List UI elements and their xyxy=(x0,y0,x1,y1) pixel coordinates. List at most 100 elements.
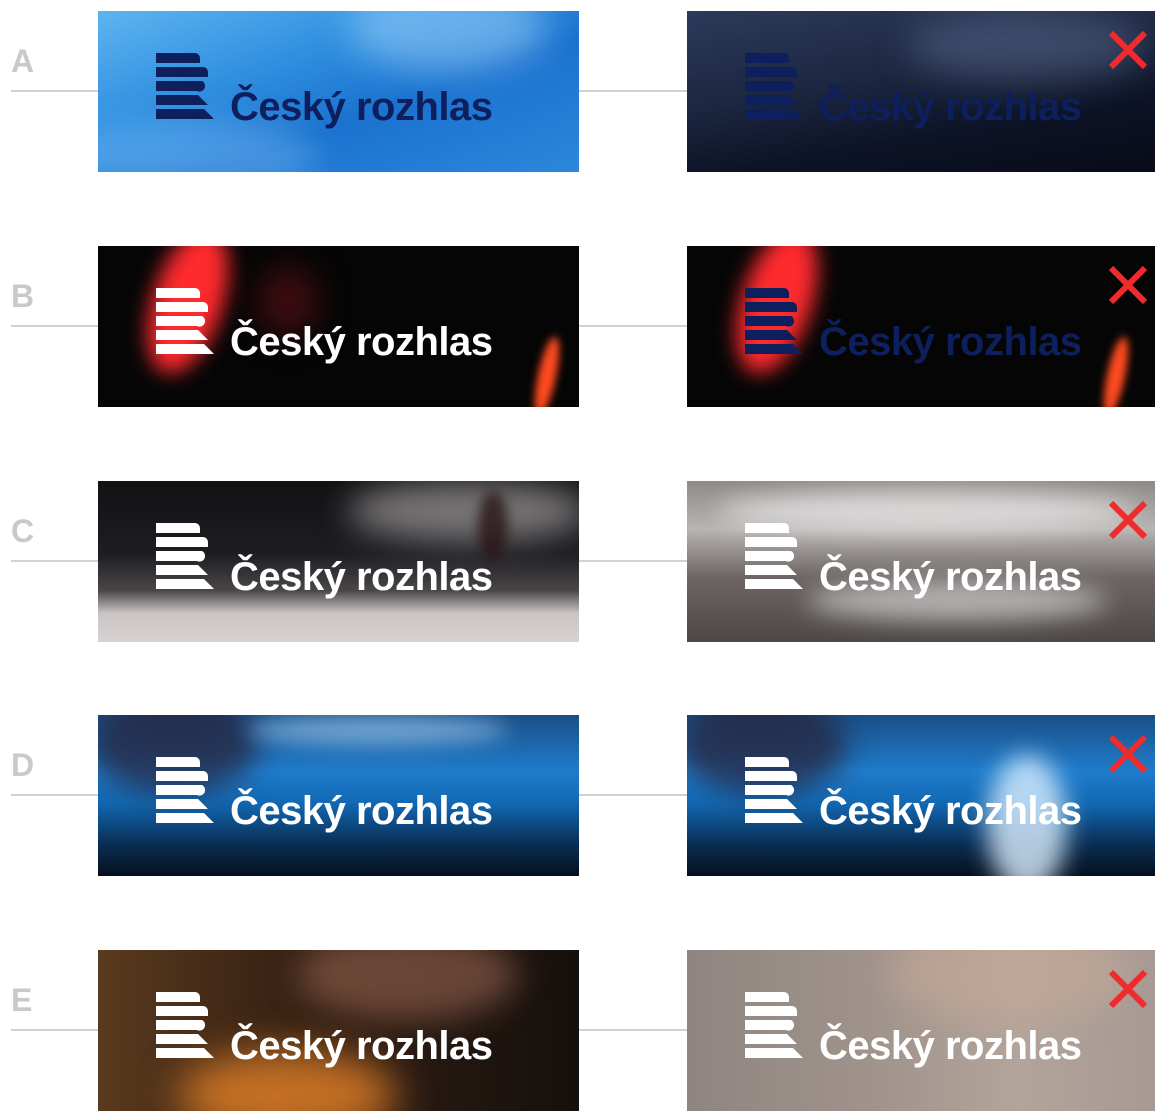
logo-mark-band xyxy=(156,288,200,298)
row-letter: B xyxy=(11,278,35,314)
logo-mark-band xyxy=(156,109,214,119)
guide-line xyxy=(11,794,98,796)
logo-mark-band xyxy=(745,785,795,796)
photo-highlight xyxy=(248,715,508,745)
incorrect-example-panel: Český rozhlas xyxy=(687,715,1155,876)
logo-mark-band xyxy=(745,551,795,562)
logo-mark-band xyxy=(745,992,789,1002)
example-row-d: D Český rozhlas Český rozhlas xyxy=(0,715,1155,877)
logo-wordmark: Český rozhlas xyxy=(819,1024,1082,1068)
logo-mark-band xyxy=(156,344,214,354)
logo-wordmark: Český rozhlas xyxy=(230,1024,493,1068)
logo-wordmark: Český rozhlas xyxy=(819,85,1082,129)
cesky-rozhlas-logo: Český rozhlas xyxy=(156,992,579,1072)
logo-mark-band xyxy=(745,565,797,575)
cesky-rozhlas-logo: Český rozhlas xyxy=(745,523,1155,603)
cesky-rozhlas-logo: Český rozhlas xyxy=(156,288,579,368)
logo-mark-band xyxy=(156,330,208,340)
logo-wordmark: Český rozhlas xyxy=(230,789,493,833)
cross-icon xyxy=(1108,265,1148,305)
cross-icon xyxy=(1108,734,1148,774)
logo-mark-band xyxy=(156,813,214,823)
cross-icon xyxy=(1108,30,1148,70)
logo-mark-band xyxy=(156,1048,214,1058)
logo-mark-band xyxy=(745,579,803,589)
correct-example-panel: Český rozhlas xyxy=(98,715,579,876)
logo-mark-band xyxy=(745,81,795,92)
guide-line xyxy=(579,90,687,92)
correct-example-panel: Český rozhlas xyxy=(98,11,579,172)
logo-mark-band xyxy=(745,523,789,533)
logo-mark-icon xyxy=(156,992,214,1058)
guide-line xyxy=(579,325,687,327)
logo-mark-icon xyxy=(156,288,214,354)
logo-mark-band xyxy=(156,579,214,589)
cesky-rozhlas-logo: Český rozhlas xyxy=(156,53,579,133)
logo-mark-band xyxy=(745,1048,803,1058)
guide-line xyxy=(579,560,687,562)
correct-example-panel: Český rozhlas xyxy=(98,246,579,407)
cesky-rozhlas-logo: Český rozhlas xyxy=(745,288,1155,368)
correct-example-panel: Český rozhlas xyxy=(98,950,579,1111)
logo-mark-band xyxy=(156,565,208,575)
guide-line xyxy=(579,794,687,796)
logo-mark-band xyxy=(156,1020,206,1031)
logo-wordmark: Český rozhlas xyxy=(819,555,1082,599)
example-row-c: C Český rozhlas Český rozhlas xyxy=(0,481,1155,643)
logo-mark-band xyxy=(156,799,208,809)
logo-mark-band xyxy=(156,316,206,327)
logo-mark-band xyxy=(745,1006,797,1016)
logo-mark-band xyxy=(156,1006,208,1016)
guide-line xyxy=(11,325,98,327)
logo-mark-band xyxy=(156,95,208,105)
logo-wordmark: Český rozhlas xyxy=(230,320,493,364)
logo-mark-icon xyxy=(156,53,214,119)
cross-icon xyxy=(1108,969,1148,1009)
guide-line xyxy=(11,1029,98,1031)
logo-mark-icon xyxy=(745,992,803,1058)
guide-line xyxy=(579,1029,687,1031)
logo-mark-band xyxy=(156,992,200,1002)
logo-mark-icon xyxy=(745,757,803,823)
logo-mark-band xyxy=(745,316,795,327)
logo-mark-band xyxy=(156,537,208,547)
example-row-e: E Český rozhlas Český rozhlas xyxy=(0,950,1155,1112)
guide-line xyxy=(11,560,98,562)
logo-mark-band xyxy=(745,288,789,298)
logo-mark-band xyxy=(745,537,797,547)
correct-example-panel: Český rozhlas xyxy=(98,481,579,642)
logo-mark-band xyxy=(745,109,803,119)
cross-icon xyxy=(1108,500,1148,540)
logo-mark-band xyxy=(156,785,206,796)
logo-wordmark: Český rozhlas xyxy=(819,320,1082,364)
example-row-a: A Český rozhlas Český rozhlas xyxy=(0,11,1155,173)
cesky-rozhlas-logo: Český rozhlas xyxy=(745,992,1155,1072)
row-letter: E xyxy=(11,982,33,1018)
cesky-rozhlas-logo: Český rozhlas xyxy=(156,757,579,837)
logo-mark-band xyxy=(745,302,797,312)
logo-mark-band xyxy=(156,757,200,767)
logo-mark-icon xyxy=(745,523,803,589)
logo-mark-band xyxy=(745,53,789,63)
logo-mark-band xyxy=(156,53,200,63)
logo-mark-band xyxy=(745,813,803,823)
logo-mark-band xyxy=(156,81,206,92)
logo-mark-band xyxy=(745,757,789,767)
cesky-rozhlas-logo: Český rozhlas xyxy=(745,757,1155,837)
row-letter: D xyxy=(11,747,35,783)
logo-wordmark: Český rozhlas xyxy=(819,789,1082,833)
guide-line xyxy=(11,90,98,92)
logo-wordmark: Český rozhlas xyxy=(230,85,493,129)
logo-mark-icon xyxy=(156,757,214,823)
incorrect-example-panel: Český rozhlas xyxy=(687,481,1155,642)
logo-wordmark: Český rozhlas xyxy=(230,555,493,599)
logo-mark-icon xyxy=(156,523,214,589)
example-row-b: B Český rozhlas Český rozhlas xyxy=(0,246,1155,408)
row-letter: C xyxy=(11,513,35,549)
logo-mark-band xyxy=(745,95,797,105)
logo-mark-band xyxy=(156,302,208,312)
logo-mark-band xyxy=(745,330,797,340)
incorrect-example-panel: Český rozhlas xyxy=(687,11,1155,172)
logo-mark-band xyxy=(156,67,208,77)
logo-mark-band xyxy=(745,344,803,354)
